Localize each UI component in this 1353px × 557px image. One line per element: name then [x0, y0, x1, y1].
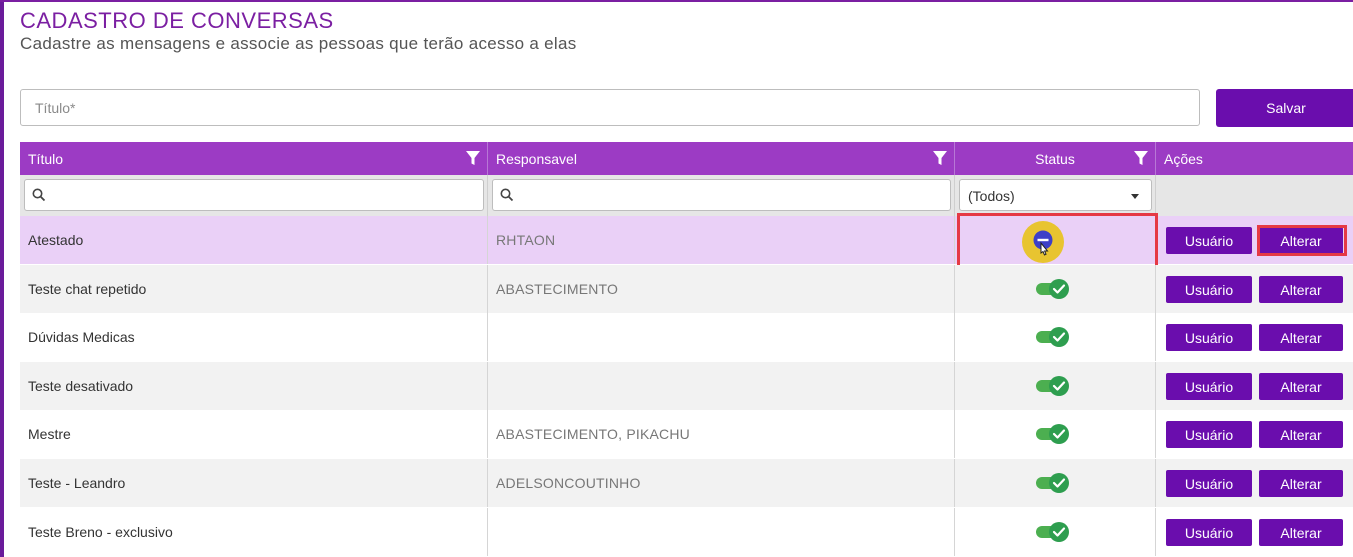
cell-status	[955, 508, 1156, 556]
user-button[interactable]: Usuário	[1166, 227, 1252, 254]
row-title: Dúvidas Medicas	[28, 329, 135, 345]
cell-title: Teste desativado	[20, 362, 488, 410]
table-row[interactable]: Teste desativado Usuário Alterar	[20, 362, 1353, 410]
column-header-responsible-label: Responsavel	[496, 150, 577, 167]
column-header-actions-label: Ações	[1164, 150, 1203, 167]
cell-responsible: RHTAON	[488, 216, 955, 264]
status-highlight-box	[957, 213, 1158, 268]
row-title: Teste - Leandro	[28, 475, 126, 491]
row-title: Atestado	[28, 232, 84, 248]
cell-actions: Usuário Alterar	[1156, 410, 1353, 458]
filter-cell-responsible	[488, 175, 955, 216]
table-row[interactable]: Teste Breno - exclusivo Usuário Alterar	[20, 508, 1353, 556]
filter-row: (Todos)	[20, 175, 1353, 216]
column-header-responsible[interactable]: Responsavel	[488, 142, 955, 175]
table-row[interactable]: Dúvidas Medicas Usuário Alterar	[20, 313, 1353, 361]
edit-button[interactable]: Alterar	[1259, 421, 1343, 448]
top-accent-line	[0, 0, 1353, 2]
row-responsible: ADELSONCOUTINHO	[496, 475, 641, 491]
cell-title: Atestado	[20, 216, 488, 264]
cell-status	[955, 313, 1156, 361]
chevron-down-icon	[1131, 194, 1139, 199]
row-title: Teste chat repetido	[28, 281, 147, 297]
title-input[interactable]	[20, 89, 1200, 126]
row-title: Mestre	[28, 426, 71, 442]
cell-status	[955, 265, 1156, 313]
page-title: CADASTRO DE CONVERSAS	[20, 8, 334, 33]
column-header-actions: Ações	[1156, 142, 1353, 175]
edit-button-highlight-box	[1257, 225, 1347, 256]
table-row[interactable]: Mestre ABASTECIMENTO, PIKACHU Usuário Al…	[20, 410, 1353, 458]
cell-status	[955, 410, 1156, 458]
search-icon	[32, 188, 46, 202]
filter-icon[interactable]	[1134, 151, 1148, 166]
filter-cell-title	[20, 175, 488, 216]
cell-title: Dúvidas Medicas	[20, 313, 488, 361]
page-subtitle: Cadastre as mensagens e associe as pesso…	[20, 34, 577, 53]
left-accent-bar	[0, 0, 4, 557]
user-button[interactable]: Usuário	[1166, 470, 1252, 497]
filter-cell-status: (Todos)	[955, 175, 1156, 216]
user-button[interactable]: Usuário	[1166, 421, 1252, 448]
cell-actions: Usuário Alterar	[1156, 313, 1353, 361]
edit-button[interactable]: Alterar	[1259, 519, 1343, 546]
table-row[interactable]: Teste - Leandro ADELSONCOUTINHO Usuário …	[20, 459, 1353, 507]
user-button[interactable]: Usuário	[1166, 373, 1252, 400]
cell-actions: Usuário Alterar	[1156, 459, 1353, 507]
cell-status	[955, 362, 1156, 410]
cell-actions: Usuário Alterar	[1156, 265, 1353, 313]
cell-responsible	[488, 508, 955, 556]
status-toggle[interactable]	[1036, 278, 1070, 300]
cell-status	[955, 459, 1156, 507]
row-responsible: ABASTECIMENTO, PIKACHU	[496, 426, 690, 442]
edit-button[interactable]: Alterar	[1259, 324, 1343, 351]
search-icon	[500, 188, 514, 202]
edit-button[interactable]: Alterar	[1259, 276, 1343, 303]
edit-button[interactable]: Alterar	[1259, 470, 1343, 497]
user-button[interactable]: Usuário	[1166, 324, 1252, 351]
cell-actions: Usuário Alterar	[1156, 362, 1353, 410]
cell-actions: Usuário Alterar	[1156, 508, 1353, 556]
status-toggle[interactable]	[1036, 521, 1070, 543]
column-header-title-label: Título	[28, 150, 64, 167]
column-header-status-label: Status	[1035, 150, 1075, 167]
cell-title: Teste chat repetido	[20, 265, 488, 313]
cell-responsible: ADELSONCOUTINHO	[488, 459, 955, 507]
edit-button[interactable]: Alterar	[1259, 373, 1343, 400]
column-header-status[interactable]: Status	[955, 142, 1156, 175]
cell-title: Teste - Leandro	[20, 459, 488, 507]
status-toggle[interactable]	[1036, 472, 1070, 494]
user-button[interactable]: Usuário	[1166, 519, 1252, 546]
filter-cell-actions	[1156, 175, 1353, 216]
status-toggle[interactable]	[1036, 423, 1070, 445]
save-button[interactable]: Salvar	[1216, 89, 1353, 127]
responsible-search-input[interactable]	[492, 179, 951, 211]
status-filter-value: (Todos)	[968, 188, 1015, 204]
cell-responsible	[488, 362, 955, 410]
row-responsible: RHTAON	[496, 232, 556, 248]
cell-responsible: ABASTECIMENTO, PIKACHU	[488, 410, 955, 458]
row-responsible: ABASTECIMENTO	[496, 281, 619, 297]
filter-icon[interactable]	[933, 151, 947, 166]
cell-title: Mestre	[20, 410, 488, 458]
cell-title: Teste Breno - exclusivo	[20, 508, 488, 556]
title-search-input[interactable]	[24, 179, 484, 211]
status-filter-select[interactable]: (Todos)	[959, 179, 1152, 211]
table-row[interactable]: Teste chat repetido ABASTECIMENTO Usuári…	[20, 265, 1353, 313]
column-header-title[interactable]: Título	[20, 142, 488, 175]
row-title: Teste desativado	[28, 378, 134, 394]
status-toggle[interactable]	[1036, 326, 1070, 348]
row-title: Teste Breno - exclusivo	[28, 524, 173, 540]
filter-icon[interactable]	[466, 151, 480, 166]
status-toggle[interactable]	[1036, 375, 1070, 397]
user-button[interactable]: Usuário	[1166, 276, 1252, 303]
cell-responsible	[488, 313, 955, 361]
cell-responsible: ABASTECIMENTO	[488, 265, 955, 313]
